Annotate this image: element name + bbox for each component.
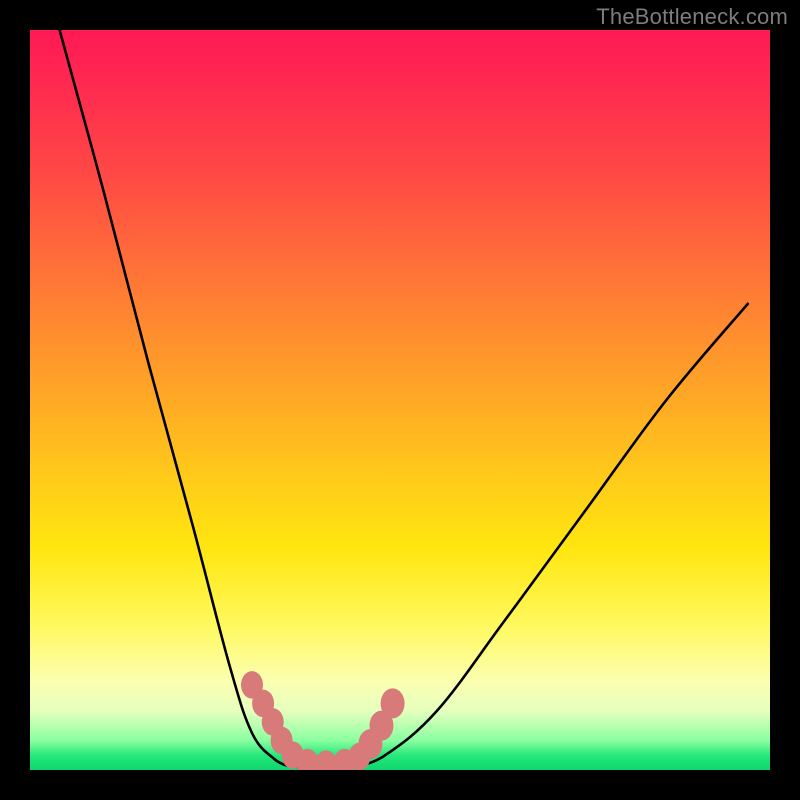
watermark-text: TheBottleneck.com — [596, 4, 788, 30]
bead-markers — [241, 671, 405, 770]
plot-area — [30, 30, 770, 770]
chart-frame: TheBottleneck.com — [0, 0, 800, 800]
bead-marker — [315, 750, 337, 770]
bead-marker — [348, 743, 370, 770]
bead-marker — [271, 727, 293, 755]
bead-marker — [358, 729, 382, 759]
bead-marker — [297, 749, 319, 770]
bead-marker — [381, 688, 405, 718]
bead-marker — [370, 711, 394, 741]
right-curve — [356, 304, 748, 767]
curve-group — [60, 30, 748, 768]
bead-marker — [241, 671, 263, 699]
valley-floor — [289, 766, 356, 768]
bead-marker — [252, 690, 274, 718]
bead-marker — [262, 708, 284, 736]
left-curve — [60, 30, 289, 766]
bead-marker — [334, 749, 356, 770]
bead-marker — [282, 741, 304, 769]
curve-svg — [30, 30, 770, 770]
